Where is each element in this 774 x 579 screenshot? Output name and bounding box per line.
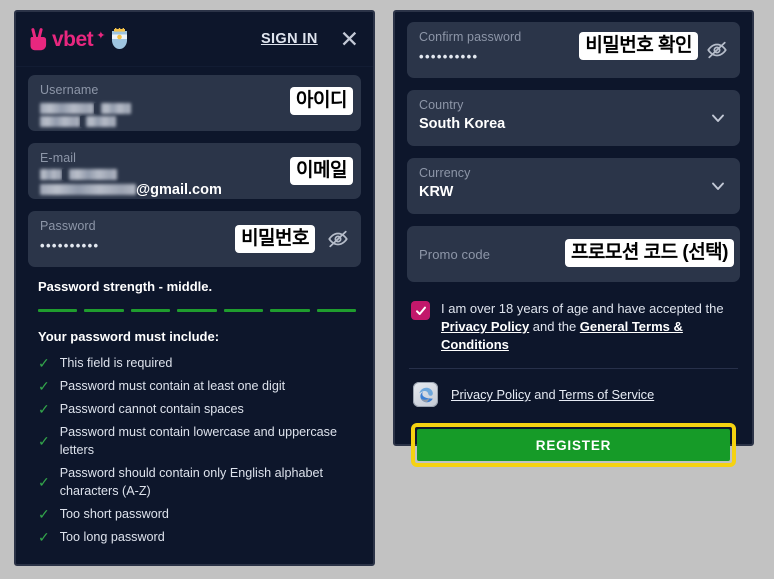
vbet-logo[interactable]: vbet ✦	[30, 27, 129, 51]
password-field[interactable]: Password •••••••••• 비밀번호	[28, 211, 361, 267]
argentina-crest-icon	[110, 28, 129, 50]
screenshot-stage: vbet ✦ SIGN IN ✕ Username 아이디 E-mail @gm…	[0, 0, 774, 579]
password-rule-text: Too long password	[59, 530, 165, 544]
browser-privacy-bar: Privacy Policy and Terms of Service	[407, 369, 740, 420]
password-annotation: 비밀번호	[237, 227, 313, 251]
password-rule-text: Password must contain at least one digit	[59, 379, 286, 393]
browser-privacy-text: Privacy Policy and Terms of Service	[451, 387, 654, 402]
check-icon: ✓	[38, 378, 50, 394]
check-icon: ✓	[38, 529, 50, 545]
email-domain: @gmail.com	[136, 182, 222, 198]
check-icon: ✓	[38, 474, 50, 490]
meter-segment	[130, 309, 171, 312]
check-icon: ✓	[38, 433, 50, 449]
country-select[interactable]: Country South Korea	[407, 90, 740, 146]
chevron-down-icon[interactable]	[710, 110, 726, 126]
country-value: South Korea	[419, 116, 506, 132]
confirm-password-field[interactable]: Confirm password •••••••••• 비밀번호 확인	[407, 22, 740, 78]
peace-hand-icon	[30, 27, 47, 51]
privacy-policy-link[interactable]: Privacy Policy	[441, 319, 529, 334]
sign-in-link[interactable]: SIGN IN	[261, 31, 318, 47]
meter-segment	[270, 309, 310, 312]
meter-segment	[38, 309, 78, 312]
password-rule-text: Password must contain lowercase and uppe…	[59, 425, 337, 457]
register-highlight-box: REGISTER	[411, 423, 736, 467]
currency-select[interactable]: Currency KRW	[407, 158, 740, 214]
close-icon[interactable]: ✕	[340, 27, 359, 51]
password-strength-meter	[38, 309, 356, 312]
logo-wordmark: vbet	[52, 27, 94, 51]
password-rule-item: ✓ Too long password	[38, 528, 348, 546]
meter-segment	[177, 309, 217, 312]
check-icon: ✓	[38, 506, 50, 522]
header-actions: SIGN IN ✕	[261, 27, 359, 51]
password-rule-text: Password should contain only English alp…	[59, 466, 323, 498]
browser-terms-link[interactable]: Terms of Service	[559, 387, 654, 402]
agreement-text: I am over 18 years of age and have accep…	[441, 300, 736, 354]
chevron-down-icon[interactable]	[710, 178, 726, 194]
password-rule-item: ✓ Password should contain only English a…	[38, 464, 348, 500]
promo-code-annotation: 프로모션 코드 (선택)	[566, 241, 732, 265]
password-rule-text: Password cannot contain spaces	[59, 402, 244, 416]
meter-segment	[223, 309, 264, 312]
username-annotation: 아이디	[292, 89, 351, 113]
right-form-body: Confirm password •••••••••• 비밀번호 확인 Coun…	[395, 12, 752, 483]
agreement-checkbox[interactable]	[411, 301, 430, 320]
age-agreement-row[interactable]: I am over 18 years of age and have accep…	[407, 294, 740, 368]
agreement-text-part1: I am over 18 years of age and have accep…	[441, 301, 724, 316]
register-button[interactable]: REGISTER	[417, 429, 730, 461]
meter-segment	[84, 309, 124, 312]
registration-panel-left: vbet ✦ SIGN IN ✕ Username 아이디 E-mail @gm…	[14, 10, 375, 566]
meter-segment	[316, 309, 356, 312]
browser-privacy-joiner: and	[534, 387, 556, 402]
password-rule-text: Too short password	[59, 507, 169, 521]
eye-off-icon[interactable]	[327, 228, 349, 250]
currency-label: Currency	[419, 166, 471, 180]
promo-code-field[interactable]: Promo code 프로모션 코드 (선택)	[407, 226, 740, 282]
password-rule-item: ✓ Too short password	[38, 505, 348, 523]
password-rule-item: ✓ Password cannot contain spaces	[38, 400, 348, 418]
password-strength-block: Password strength - middle. Your passwor…	[28, 279, 361, 546]
password-rule-item: ✓ Password must contain lowercase and up…	[38, 423, 348, 459]
password-requirements-title: Your password must include:	[38, 329, 220, 344]
left-form-body: Username 아이디 E-mail @gmail.com 이메일 Passw…	[16, 67, 373, 561]
username-value-redacted-2	[40, 115, 349, 128]
password-rule-item: ✓ Password must contain at least one dig…	[38, 377, 348, 395]
currency-value: KRW	[419, 184, 454, 200]
check-icon: ✓	[38, 355, 50, 371]
password-rules-list: ✓ This field is required ✓ Password must…	[38, 354, 361, 546]
edge-browser-icon	[413, 382, 438, 407]
agreement-text-part2: and the	[532, 319, 577, 334]
email-field[interactable]: E-mail @gmail.com 이메일	[28, 143, 361, 199]
email-annotation: 이메일	[292, 159, 351, 183]
browser-privacy-policy-link[interactable]: Privacy Policy	[451, 387, 531, 402]
confirm-password-annotation: 비밀번호 확인	[581, 34, 696, 58]
country-label: Country	[419, 98, 464, 112]
eye-off-icon[interactable]	[706, 39, 728, 61]
password-strength-title: Password strength - middle.	[38, 279, 213, 294]
registration-panel-right: Confirm password •••••••••• 비밀번호 확인 Coun…	[393, 10, 754, 467]
check-icon: ✓	[38, 401, 50, 417]
password-rule-item: ✓ This field is required	[38, 354, 348, 372]
email-value-row: @gmail.com	[40, 181, 349, 200]
panel-header: vbet ✦ SIGN IN ✕	[16, 12, 373, 67]
sparkle-icon: ✦	[96, 30, 106, 42]
username-field[interactable]: Username 아이디	[28, 75, 361, 131]
password-rule-text: This field is required	[59, 356, 173, 370]
